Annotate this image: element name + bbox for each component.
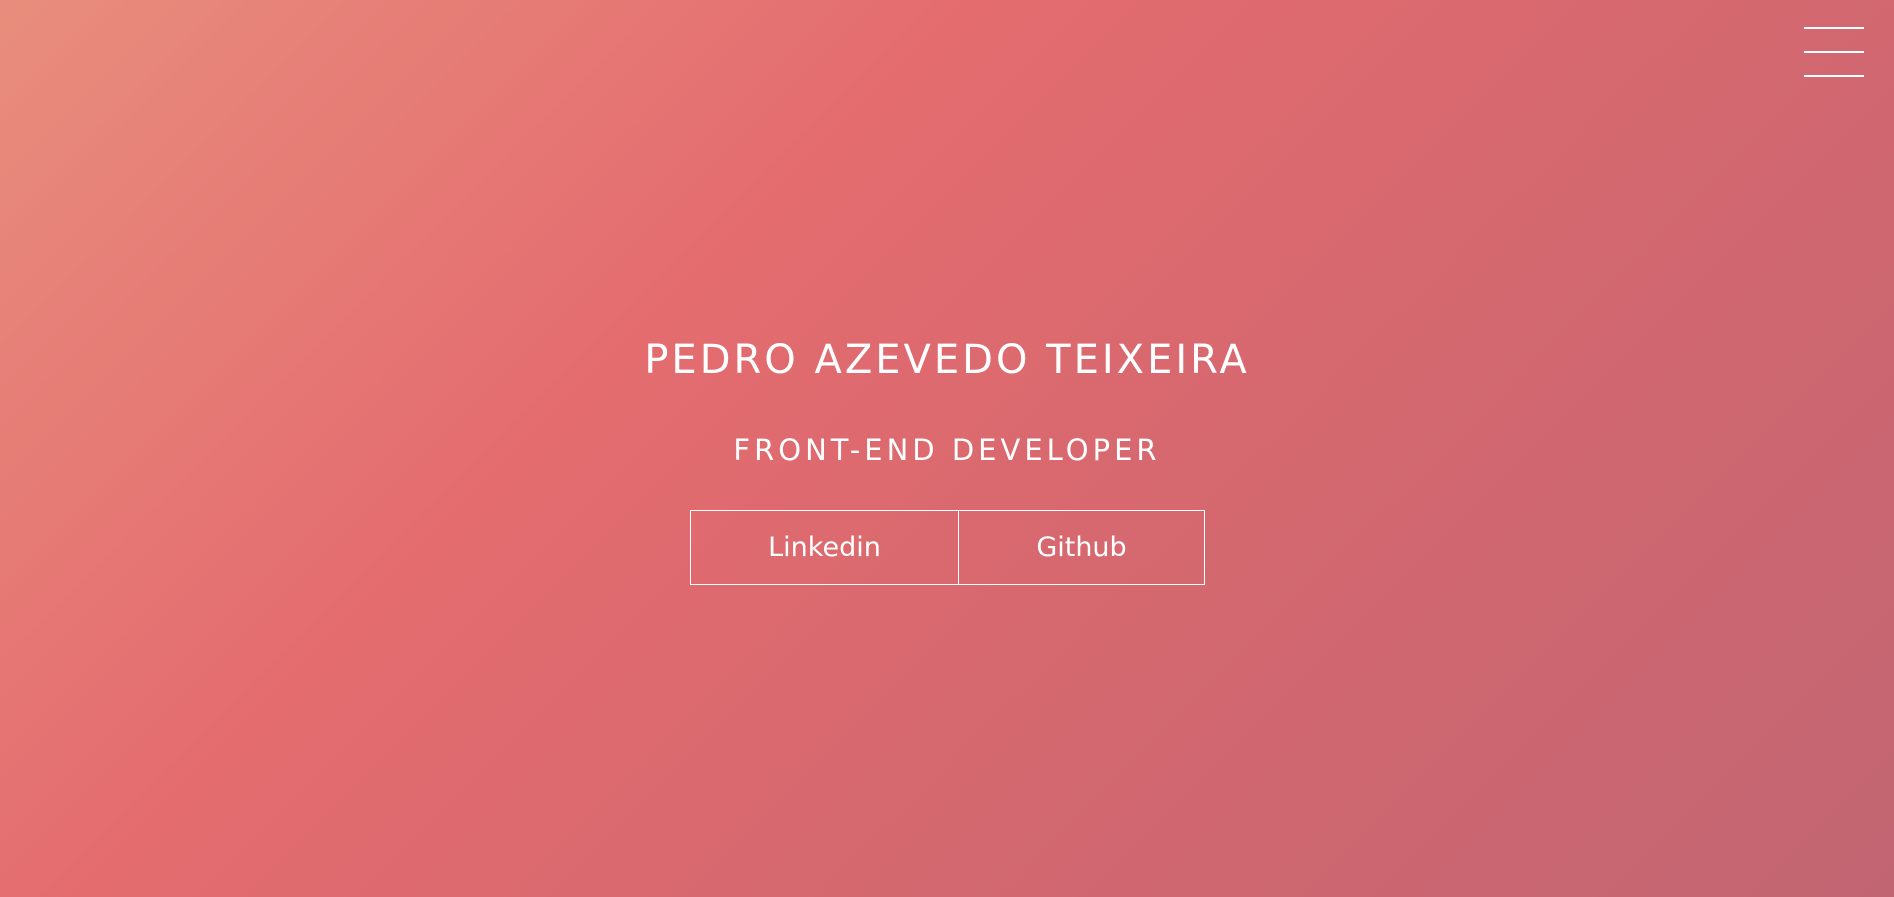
- hero-role: FRONT-END DEVELOPER: [733, 433, 1161, 467]
- github-button[interactable]: Github: [959, 510, 1205, 585]
- social-buttons: Linkedin Github: [690, 510, 1205, 585]
- linkedin-button[interactable]: Linkedin: [690, 510, 959, 585]
- hero-section: PEDRO AZEVEDO TEIXEIRA FRONT-END DEVELOP…: [0, 0, 1894, 897]
- hero-name: PEDRO AZEVEDO TEIXEIRA: [644, 337, 1250, 383]
